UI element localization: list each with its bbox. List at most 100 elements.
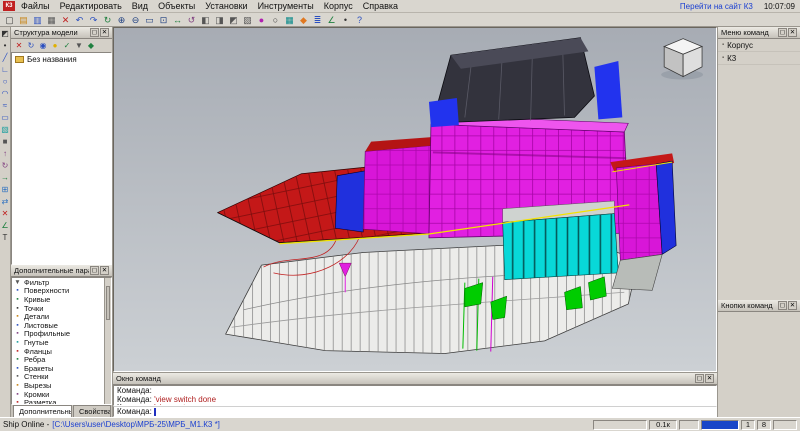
save-icon[interactable]: ▥	[31, 14, 44, 26]
highlight-icon[interactable]: ●	[50, 40, 60, 51]
pan-icon[interactable]: ↔	[171, 14, 184, 26]
measure-tool-icon[interactable]: ∠	[0, 221, 10, 232]
print-icon[interactable]: ▦	[45, 14, 58, 26]
extrude-tool-icon[interactable]: ↑	[0, 149, 10, 160]
line-tool-icon[interactable]: ╱	[0, 53, 10, 64]
zoom-in-icon[interactable]: ⊕	[115, 14, 128, 26]
copy-tool-icon[interactable]: ⊞	[0, 185, 10, 196]
pin-icon[interactable]: ◆	[86, 40, 96, 51]
tree-root-item[interactable]: Без названия	[12, 53, 111, 66]
param-profiles[interactable]: ▪ Профильные	[12, 330, 104, 339]
close-button[interactable]: ✕	[788, 28, 797, 37]
menu-hull[interactable]: Корпус	[319, 1, 358, 11]
command-group-hull[interactable]: ▪ Корпус	[718, 39, 800, 52]
mirror-tool-icon[interactable]: ⇄	[0, 197, 10, 208]
circle-tool-icon[interactable]: ○	[0, 77, 10, 88]
curve-tool-icon[interactable]: ≈	[0, 101, 10, 112]
move-tool-icon[interactable]: →	[0, 173, 10, 184]
text-tool-icon[interactable]: T	[0, 233, 10, 244]
close-button[interactable]: ✕	[100, 28, 109, 37]
new-file-icon[interactable]: ▢	[3, 14, 16, 26]
visibility-icon[interactable]: ◉	[38, 40, 48, 51]
zoom-out-icon[interactable]: ⊖	[129, 14, 142, 26]
arc-tool-icon[interactable]: ◠	[0, 89, 10, 100]
scrollbar-thumb[interactable]	[106, 286, 110, 320]
rotate-view-icon[interactable]: ↺	[185, 14, 198, 26]
dock-button[interactable]: ◻	[778, 28, 787, 37]
surface-tool-icon[interactable]: ▧	[0, 125, 10, 136]
menu-help[interactable]: Справка	[358, 1, 403, 11]
redo-icon[interactable]: ↷	[87, 14, 100, 26]
param-edges[interactable]: ▪ Кромки	[12, 390, 104, 399]
point-tool-icon[interactable]: •	[0, 41, 10, 52]
delete-node-icon[interactable]: ✕	[14, 40, 24, 51]
cyan-frame-section[interactable]	[503, 201, 619, 280]
menu-edit[interactable]: Редактировать	[55, 1, 127, 11]
param-walls[interactable]: ▪ Стенки	[12, 373, 104, 382]
param-filter[interactable]: ▼ Фильтр	[12, 278, 104, 287]
revolve-tool-icon[interactable]: ↻	[0, 161, 10, 172]
param-sheets[interactable]: ▪ Листовые	[12, 321, 104, 330]
grid-icon[interactable]: ▦	[283, 14, 296, 26]
view-front-icon[interactable]: ◧	[199, 14, 212, 26]
menu-view[interactable]: Вид	[127, 1, 153, 11]
view-iso-icon[interactable]: ▧	[241, 14, 254, 26]
params-scrollbar[interactable]	[104, 278, 111, 404]
param-details[interactable]: ▪ Детали	[12, 312, 104, 321]
close-button[interactable]: ✕	[705, 374, 714, 383]
command-group-k3[interactable]: ▪ К3	[718, 52, 800, 65]
param-surfaces[interactable]: ▪ Поверхности	[12, 287, 104, 296]
fore-blue-block[interactable]	[335, 171, 365, 232]
shaded-mode-icon[interactable]: ●	[255, 14, 268, 26]
refresh-tree-icon[interactable]: ↻	[26, 40, 36, 51]
check-icon[interactable]: ✓	[62, 40, 72, 51]
dock-button[interactable]: ◻	[695, 374, 704, 383]
menu-settings[interactable]: Установки	[200, 1, 252, 11]
delete-icon[interactable]: ✕	[59, 14, 72, 26]
polyline-tool-icon[interactable]: ∟	[0, 65, 10, 76]
view-cube[interactable]	[661, 39, 703, 80]
param-bent[interactable]: ▪ Гнутые	[12, 338, 104, 347]
view-top-icon[interactable]: ◩	[227, 14, 240, 26]
tab-properties[interactable]: Свойства	[73, 405, 111, 417]
param-marking[interactable]: ▪ Разметка	[12, 398, 104, 405]
tab-additional-params[interactable]: Дополнительные	[13, 405, 72, 417]
open-file-icon[interactable]: ▤	[17, 14, 30, 26]
help-icon[interactable]: ?	[353, 14, 366, 26]
zoom-all-icon[interactable]: ⊡	[157, 14, 170, 26]
wireframe-mode-icon[interactable]: ○	[269, 14, 282, 26]
measure-icon[interactable]: ∠	[325, 14, 338, 26]
close-button[interactable]: ✕	[788, 301, 797, 310]
item-label: Ребра	[24, 355, 45, 364]
param-ribs[interactable]: ▪ Ребра	[12, 355, 104, 364]
fore-deckhouse[interactable]	[363, 137, 435, 234]
item-icon: ▪	[14, 322, 21, 329]
command-input[interactable]: Команда:	[113, 406, 717, 417]
site-link[interactable]: Перейти на сайт К3	[680, 2, 753, 11]
point-icon[interactable]: •	[339, 14, 352, 26]
menu-tools[interactable]: Инструменты	[253, 1, 319, 11]
menu-files[interactable]: Файлы	[16, 1, 55, 11]
param-curves[interactable]: ▪ Кривые	[12, 295, 104, 304]
layers-icon[interactable]: ≣	[311, 14, 324, 26]
solid-tool-icon[interactable]: ■	[0, 137, 10, 148]
param-flanges[interactable]: ▪ Фланцы	[12, 347, 104, 356]
menu-objects[interactable]: Объекты	[153, 1, 200, 11]
trim-tool-icon[interactable]: ✕	[0, 209, 10, 220]
param-cutouts[interactable]: ▪ Вырезы	[12, 381, 104, 390]
param-brackets[interactable]: ▪ Бракеты	[12, 364, 104, 373]
dock-button[interactable]: ◻	[90, 28, 99, 37]
param-points[interactable]: ▪ Точки	[12, 304, 104, 313]
zoom-window-icon[interactable]: ▭	[143, 14, 156, 26]
select-icon[interactable]: ◩	[0, 29, 10, 40]
snap-icon[interactable]: ◆	[297, 14, 310, 26]
view-side-icon[interactable]: ◨	[213, 14, 226, 26]
refresh-icon[interactable]: ↻	[101, 14, 114, 26]
rect-tool-icon[interactable]: ▭	[0, 113, 10, 124]
filter-tree-icon[interactable]: ▼	[74, 40, 84, 51]
close-button[interactable]: ✕	[100, 266, 109, 275]
undo-icon[interactable]: ↶	[73, 14, 86, 26]
viewport-3d[interactable]	[113, 27, 717, 372]
dock-button[interactable]: ◻	[90, 266, 99, 275]
dock-button[interactable]: ◻	[778, 301, 787, 310]
